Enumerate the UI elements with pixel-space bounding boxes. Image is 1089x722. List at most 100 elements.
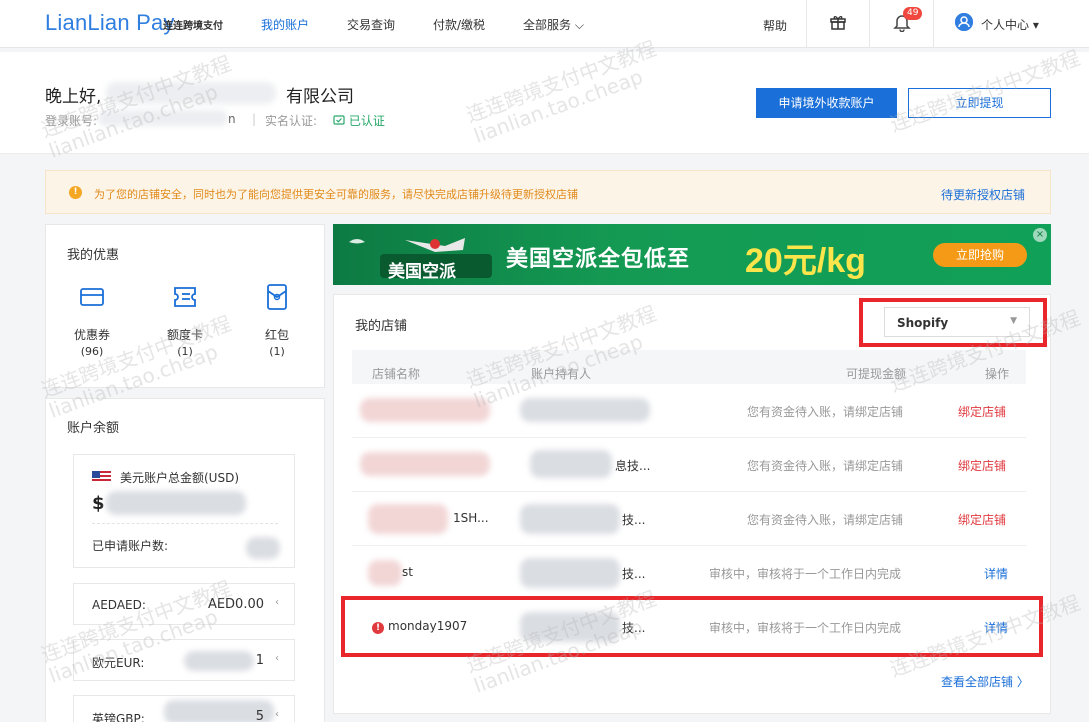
currency-name: AEDAED:	[92, 598, 146, 612]
store-name: 1SH...	[453, 511, 489, 525]
coupon-icon	[80, 288, 104, 306]
account-tail: n	[228, 112, 236, 126]
chevron-left-icon: ‹	[275, 653, 279, 664]
chevron-left-icon: ‹	[275, 597, 279, 608]
store-name-redacted	[368, 504, 448, 534]
holder-name: 技...	[622, 567, 646, 581]
red-packet-item[interactable]: 红包 (1)	[247, 282, 307, 358]
stores-title: 我的店铺	[355, 319, 408, 334]
nav-transactions[interactable]: 交易查询	[347, 16, 395, 33]
col-withdrawable: 可提现金额	[846, 367, 907, 381]
red-packet-count: (1)	[269, 345, 285, 358]
warning-icon: !	[69, 186, 82, 199]
red-packet-icon	[267, 284, 287, 310]
nav-help[interactable]: 帮助	[763, 17, 787, 34]
promo-banner[interactable]: 美国空派 美国空派全包低至 20元/kg 立即抢购 ×	[333, 224, 1051, 285]
withdraw-now-button[interactable]: 立即提现	[908, 88, 1051, 118]
banner-logo-text: 美国空派	[388, 262, 456, 282]
bind-store-link[interactable]: 绑定店铺	[958, 403, 1006, 420]
holder-name: 技...	[622, 513, 646, 527]
verified-icon	[333, 115, 345, 125]
view-all-stores-link[interactable]: 查看全部店铺 〉	[941, 673, 1029, 690]
applied-accounts-label: 已申请账户数:	[92, 539, 169, 553]
currency-value: AED0.00	[207, 597, 264, 612]
coupon-label: 优惠券	[73, 328, 110, 342]
verified-status: 已认证	[333, 112, 385, 129]
currency-row-eur[interactable]: 欧元EUR: 1 ‹	[73, 639, 295, 681]
quota-card-count: (1)	[177, 345, 193, 358]
balance-card: 账户余额 美元账户总金额(USD) $ 已申请账户数: AEDAED: AED0…	[45, 398, 325, 722]
verified-text: 已认证	[348, 114, 385, 128]
currency-value-redacted	[184, 651, 254, 671]
holder-redacted	[520, 398, 650, 422]
banner-headline: 美国空派全包低至	[506, 247, 691, 272]
close-icon[interactable]: ×	[1033, 228, 1047, 242]
col-store-name: 店铺名称	[372, 367, 421, 381]
quota-card-icon	[174, 287, 196, 307]
store-name-redacted	[360, 452, 490, 476]
applied-count-redacted	[246, 537, 280, 559]
nav-divider	[869, 0, 870, 48]
greeting-title: 晚上好,	[45, 87, 102, 107]
usd-account-box[interactable]: 美元账户总金额(USD) $ 已申请账户数:	[73, 454, 295, 568]
user-icon[interactable]	[955, 13, 973, 31]
table-row: 您有资金待入账，请绑定店铺 绑定店铺	[352, 384, 1026, 438]
amount-status: 审核中，审核将于一个工作日内完成	[709, 567, 902, 581]
gift-icon[interactable]	[829, 13, 847, 36]
details-link[interactable]: 详情	[984, 565, 1008, 582]
user-center-menu[interactable]: 个人中心 ▾	[981, 16, 1039, 33]
usd-amount-redacted	[106, 491, 246, 515]
company-name-redacted	[106, 82, 276, 104]
lianlian-logo[interactable]: LianLian Pay	[45, 10, 175, 36]
holder-redacted	[530, 450, 612, 478]
logo-subtitle: 连连跨境支付	[163, 21, 223, 32]
highlight-box-platform	[859, 298, 1047, 347]
apply-overseas-account-button[interactable]: 申请境外收款账户	[756, 88, 897, 118]
table-row: st 技... 审核中，审核将于一个工作日内完成 详情	[352, 546, 1026, 600]
amount-status: 您有资金待入账，请绑定店铺	[747, 513, 904, 527]
nav-divider	[933, 0, 934, 48]
separator: |	[252, 112, 257, 126]
us-flag-icon	[92, 471, 111, 483]
store-name-redacted	[360, 398, 490, 422]
quota-card-label: 额度卡	[166, 328, 203, 342]
offers-card: 我的优惠 优惠券 (96) 额度卡 (1) 红包 (1)	[45, 224, 325, 388]
bind-store-link[interactable]: 绑定店铺	[958, 511, 1006, 528]
amount-status: 您有资金待入账，请绑定店铺	[747, 459, 904, 473]
currency-value: 5	[255, 709, 264, 722]
holder-name: 息技...	[615, 459, 651, 473]
realname-label: 实名认证:	[265, 114, 318, 128]
currency-name: 英镑GBP:	[92, 712, 145, 722]
buy-now-button[interactable]: 立即抢购	[933, 243, 1027, 267]
dashed-divider	[92, 523, 278, 524]
notification-badge: 49	[903, 7, 923, 20]
holder-redacted	[520, 558, 620, 588]
highlight-box-store-row	[341, 596, 1043, 657]
pending-auth-stores-link[interactable]: 待更新授权店铺	[941, 186, 1025, 203]
amount-status: 您有资金待入账，请绑定店铺	[747, 405, 904, 419]
banner-price: 20元/kg	[745, 242, 866, 280]
account-redacted	[98, 110, 228, 126]
col-account-holder: 账户持有人	[531, 367, 592, 381]
nav-all-services[interactable]: 全部服务 ⌵	[523, 16, 584, 33]
col-actions: 操作	[985, 367, 1010, 381]
coupon-count: (96)	[80, 345, 104, 358]
balance-title: 账户余额	[67, 421, 120, 436]
greeting-panel: 晚上好, 有限公司 登录账号: n | 实名认证: 已认证 申请境外收款账户 立…	[0, 52, 1089, 154]
chevron-left-icon: ‹	[275, 709, 279, 720]
coupon-item[interactable]: 优惠券 (96)	[62, 282, 122, 358]
nav-my-account[interactable]: 我的账户	[261, 16, 309, 33]
table-row: 1SH... 技... 您有资金待入账，请绑定店铺 绑定店铺	[352, 492, 1026, 546]
usd-dollar-sign: $	[92, 493, 105, 514]
usd-title: 美元账户总金额(USD)	[120, 471, 240, 485]
red-packet-label: 红包	[264, 328, 289, 342]
store-name: st	[402, 565, 413, 579]
table-row: 息技... 您有资金待入账，请绑定店铺 绑定店铺	[352, 438, 1026, 492]
currency-row-gbp[interactable]: 英镑GBP: 5 ‹	[73, 695, 295, 722]
currency-row-aed[interactable]: AEDAED: AED0.00 ‹	[73, 583, 295, 625]
bind-store-link[interactable]: 绑定店铺	[958, 457, 1006, 474]
nav-payments[interactable]: 付款/缴税	[433, 16, 485, 33]
notice-text: 为了您的店铺安全，同时也为了能向您提供更安全可靠的服务，请尽快完成店铺升级待更新…	[94, 188, 578, 201]
table-header	[352, 350, 1026, 384]
quota-card-item[interactable]: 额度卡 (1)	[155, 282, 215, 358]
